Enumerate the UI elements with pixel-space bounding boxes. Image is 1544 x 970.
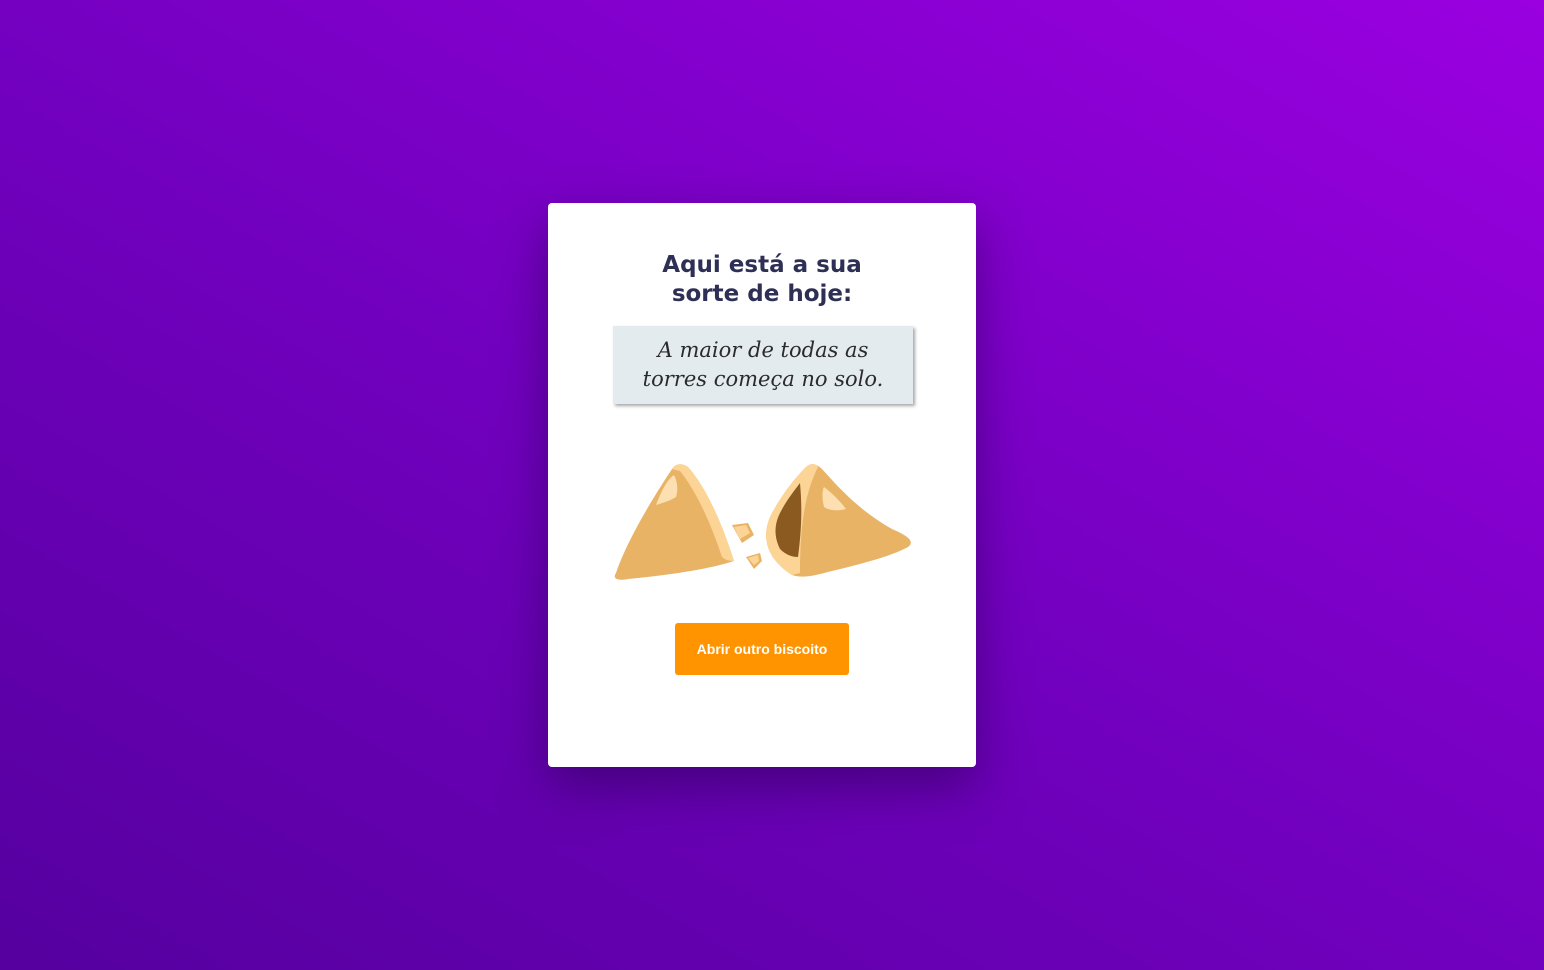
open-another-cookie-button[interactable]: Abrir outro biscoito [675,623,849,675]
fortune-message: A maior de todas as torres começa no sol… [642,338,884,391]
broken-fortune-cookie-icon [614,464,911,580]
fortune-paper: A maior de todas as torres começa no sol… [613,326,913,404]
fortune-card: Aqui está a sua sorte de hoje: A maior d… [548,203,976,767]
page-title: Aqui está a sua sorte de hoje: [662,252,862,307]
